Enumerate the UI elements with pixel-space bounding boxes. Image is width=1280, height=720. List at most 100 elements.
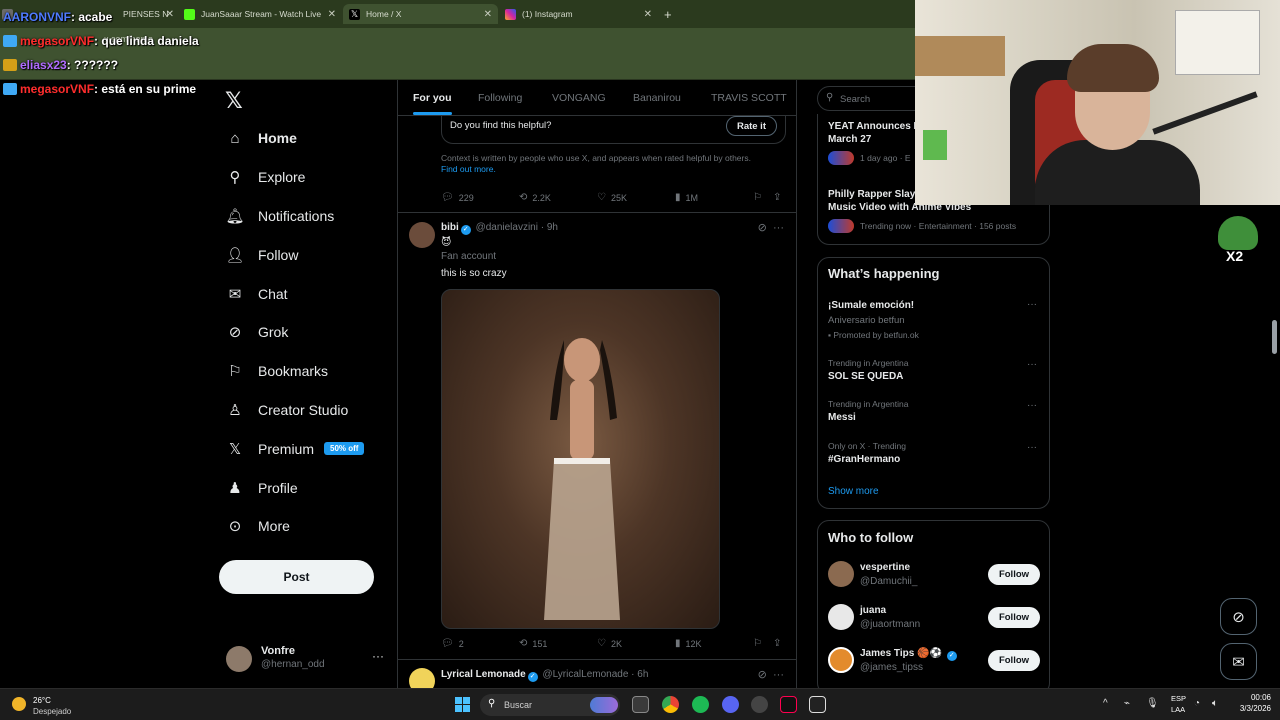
bookmark-icon: ⚐ xyxy=(753,192,762,203)
spotify-icon[interactable] xyxy=(692,696,709,713)
show-more-link[interactable]: Show more xyxy=(828,486,879,497)
like-button[interactable]: ♡ 2K xyxy=(597,638,622,649)
avatar[interactable] xyxy=(409,222,435,248)
tweet-author-name[interactable]: Lyrical Lemonade xyxy=(441,669,526,680)
nav-item-profile[interactable]: ♟ Profile xyxy=(224,468,364,507)
promo-title[interactable]: ¡Sumale emoción! xyxy=(828,300,914,311)
x-logo-icon[interactable]: 𝕏 xyxy=(225,88,243,114)
close-tab-icon[interactable]: ✕ xyxy=(644,9,652,20)
like-button[interactable]: ♡ 25K xyxy=(597,192,627,203)
tweet-time[interactable]: · 9h xyxy=(541,222,558,233)
more-icon[interactable]: ··· xyxy=(773,222,784,234)
grok-icon[interactable]: ⊘ xyxy=(758,669,767,681)
tab-for-you[interactable]: For you xyxy=(413,92,452,115)
nav-item-home[interactable]: ⌂ Home xyxy=(224,119,364,158)
grok-fab-icon[interactable]: ⊘ xyxy=(1220,598,1257,635)
messages-fab-icon[interactable]: ✉ xyxy=(1220,643,1257,680)
repost-button[interactable]: ⟲ 151 xyxy=(519,638,547,649)
nav-item-chat[interactable]: ✉ Chat xyxy=(224,274,364,313)
browser-tab[interactable]: JuanSaaar Stream - Watch Live ✕ xyxy=(184,4,342,24)
volume-icon[interactable]: 🔈︎ xyxy=(1212,698,1218,709)
close-tab-icon[interactable]: ✕ xyxy=(328,9,336,20)
avatar[interactable] xyxy=(828,647,854,673)
network-icon[interactable]: ⌁ xyxy=(1124,698,1130,709)
more-icon[interactable]: ··· xyxy=(1027,400,1037,411)
shelf xyxy=(915,36,1005,76)
follow-button[interactable]: Follow xyxy=(988,564,1040,585)
rate-it-button[interactable]: Rate it xyxy=(725,116,777,136)
nav-item-bookmarks[interactable]: ⚐ Bookmarks xyxy=(224,352,364,391)
browser-tab[interactable]: (1) Instagram ✕ xyxy=(505,4,658,24)
tab-following[interactable]: Following xyxy=(478,92,522,104)
tab-travis-scott[interactable]: TRAVIS SCOTT xyxy=(711,92,787,104)
mic-icon[interactable]: 🎙︎ xyxy=(1146,698,1159,709)
capcut-icon[interactable] xyxy=(809,696,826,713)
close-tab-icon[interactable]: ✕ xyxy=(484,9,492,20)
trend-title[interactable]: Messi xyxy=(828,412,856,423)
more-icon[interactable]: ··· xyxy=(773,669,784,681)
nav-item-grok[interactable]: ⊘ Grok xyxy=(224,313,364,352)
avatar[interactable] xyxy=(828,604,854,630)
nav-item-explore[interactable]: ⚲ Explore xyxy=(224,158,364,197)
more-icon[interactable]: ··· xyxy=(372,649,384,663)
obs-icon[interactable] xyxy=(751,696,768,713)
user-name[interactable]: vespertine xyxy=(860,562,910,573)
nav-item-creator-studio[interactable]: ♙ Creator Studio xyxy=(224,391,364,430)
chevron-up-icon[interactable]: ^ xyxy=(1103,698,1108,709)
share-button[interactable]: ⇪ xyxy=(773,638,786,649)
follow-button[interactable]: Follow xyxy=(988,650,1040,671)
follow-button[interactable]: Follow xyxy=(988,607,1040,628)
nav-item-notifications[interactable]: 🔔︎ Notifications xyxy=(224,197,364,236)
trend-title[interactable]: #GranHermano xyxy=(828,454,900,465)
news-item[interactable]: YEAT Announces I March 27 xyxy=(828,120,916,146)
share-button[interactable]: ⇪ xyxy=(773,192,786,203)
more-icon[interactable]: ··· xyxy=(1027,442,1037,453)
more-icon[interactable]: ··· xyxy=(1027,299,1037,310)
section-heading: What’s happening xyxy=(828,266,940,281)
avatar[interactable] xyxy=(409,668,435,688)
more-icon[interactable]: ··· xyxy=(1027,359,1037,370)
clock-time[interactable]: 00:06 xyxy=(1235,693,1271,702)
bookmark-button[interactable]: ⚐ xyxy=(753,192,767,203)
wifi-icon[interactable]: ◔ xyxy=(1194,698,1200,709)
find-out-more-link[interactable]: Find out more. xyxy=(441,164,496,174)
tiktok-icon[interactable] xyxy=(780,696,797,713)
views-button[interactable]: ▮ 1M xyxy=(675,192,698,203)
tweet-author-handle[interactable]: @danielavzini xyxy=(476,222,538,233)
verified-badge-icon: ✓ xyxy=(946,651,957,661)
tweet-header: Lyrical Lemonade ✓ @LyricalLemonade · 6h xyxy=(441,669,648,682)
post-button[interactable]: Post xyxy=(219,560,374,594)
account-switcher[interactable]: Vonfre @hernan_odd ··· xyxy=(226,643,386,673)
grok-icon[interactable]: ⊘ xyxy=(758,222,767,234)
nav-item-follow[interactable]: 👤︎ Follow xyxy=(224,235,364,274)
browser-tab-active[interactable]: 𝕏 Home / X ✕ xyxy=(343,4,498,24)
new-tab-button[interactable]: + xyxy=(664,4,678,24)
page-scrollbar[interactable] xyxy=(1272,320,1277,354)
chat-message: megasorVNF : está en su prime xyxy=(3,77,199,101)
reply-button[interactable]: 💬︎ 2 xyxy=(441,638,464,649)
trend-title[interactable]: SOL SE QUEDA xyxy=(828,371,903,382)
reply-button[interactable]: 💬︎ 229 xyxy=(441,192,474,203)
bookmark-button[interactable]: ⚐ xyxy=(753,638,767,649)
tweet-time[interactable]: · 6h xyxy=(631,669,648,680)
clock-date[interactable]: 3/3/2026 xyxy=(1225,704,1271,713)
tab-bananirou[interactable]: Bananirou xyxy=(633,92,681,104)
nav-item-premium[interactable]: 𝕏 Premium 50% off xyxy=(224,429,365,468)
tweet-media-image[interactable] xyxy=(441,289,720,629)
tweet-author-handle[interactable]: @LyricalLemonade xyxy=(542,669,628,680)
user-name[interactable]: juana xyxy=(860,605,886,616)
user-name-wrap[interactable]: James Tips 🏀⚽ ✓ xyxy=(860,648,959,661)
task-view-icon[interactable] xyxy=(632,696,649,713)
repost-button[interactable]: ⟲ 2.2K xyxy=(519,192,551,203)
discord-icon[interactable] xyxy=(722,696,739,713)
chrome-icon[interactable] xyxy=(662,696,679,713)
language-indicator[interactable]: ESP xyxy=(1171,694,1186,703)
timeline[interactable]: Do you find this helpful? Rate it Contex… xyxy=(397,80,797,688)
avatar[interactable] xyxy=(828,561,854,587)
tweet-author-name[interactable]: bibi xyxy=(441,222,459,233)
tab-vongang[interactable]: VONGANG xyxy=(552,92,606,104)
taskbar-search[interactable]: ⚲ Buscar xyxy=(480,694,620,716)
nav-item-more[interactable]: ⊙ More xyxy=(224,507,364,546)
windows-start-icon[interactable] xyxy=(455,697,470,712)
views-button[interactable]: ▮ 12K xyxy=(675,638,702,649)
